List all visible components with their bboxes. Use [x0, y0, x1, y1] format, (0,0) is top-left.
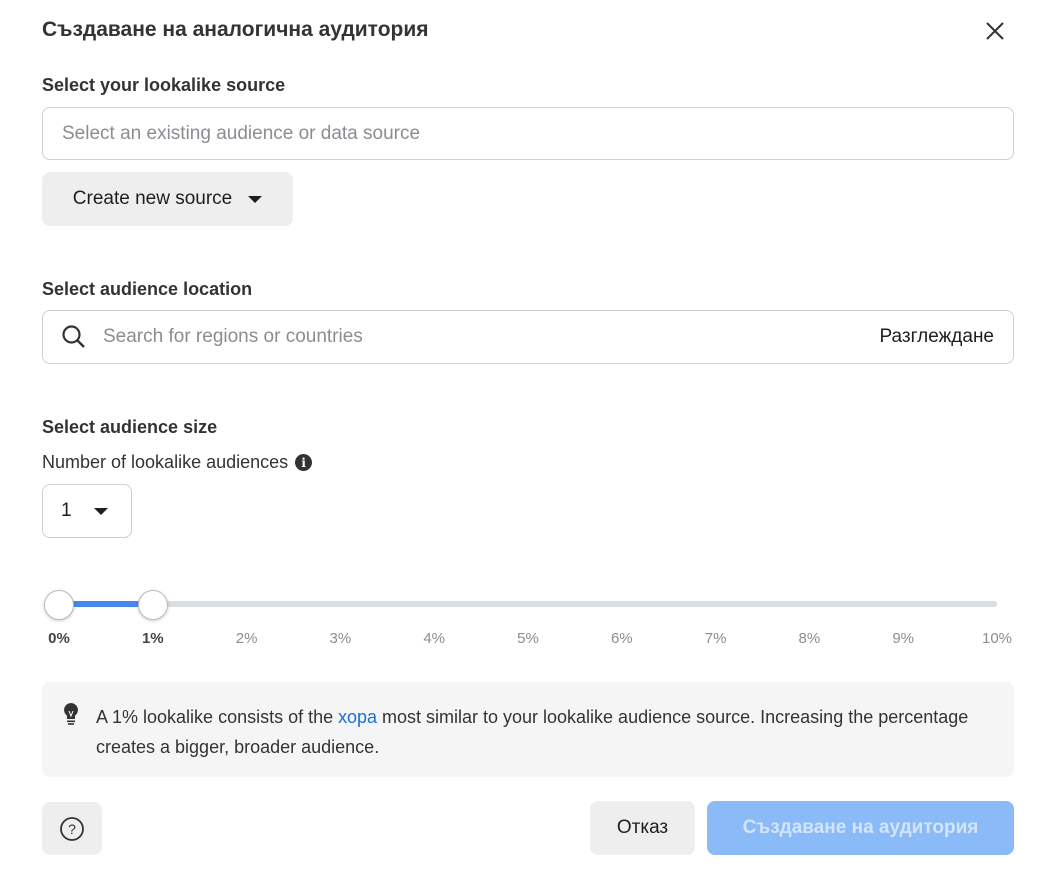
browse-link[interactable]: Разглеждане — [880, 326, 994, 348]
source-input[interactable]: Select an existing audience or data sour… — [42, 107, 1014, 160]
lightbulb-icon — [64, 703, 78, 725]
count-select[interactable]: 1 — [42, 484, 132, 538]
source-placeholder: Select an existing audience or data sour… — [62, 122, 421, 144]
location-label: Select audience location — [42, 279, 253, 299]
info-icon[interactable]: i — [295, 454, 313, 471]
slider-end-handle[interactable] — [137, 590, 168, 620]
slider-tick-label: 10% — [981, 630, 1013, 647]
location-placeholder: Search for regions or countries — [103, 326, 363, 347]
caret-down-icon — [93, 507, 108, 515]
slider-tick-label: 3% — [329, 630, 352, 647]
slider-tick-label: 8% — [798, 630, 821, 647]
svg-text:?: ? — [68, 821, 76, 837]
count-value: 1 — [61, 500, 72, 521]
slider-track — [59, 601, 997, 607]
help-button[interactable]: ? — [42, 802, 102, 855]
close-icon[interactable] — [984, 20, 1006, 42]
slider-tick-label: 4% — [423, 630, 446, 647]
slider-start-handle[interactable] — [44, 590, 74, 620]
slider-tick-label: 0% — [48, 630, 70, 647]
info-text: A 1% lookalike consists of the хора most… — [96, 707, 969, 757]
cancel-button[interactable]: Отказ — [590, 801, 695, 855]
size-label: Select audience size — [42, 417, 218, 437]
dialog-title: Създаване на аналогична аудитория — [42, 18, 429, 41]
slider-tick-label: 6% — [610, 630, 633, 647]
count-label: Number of lookalike audiences — [42, 452, 289, 472]
slider-tick-label: 9% — [892, 630, 915, 647]
caret-down-icon — [248, 195, 263, 203]
slider-tick-label: 7% — [704, 630, 727, 647]
search-icon — [62, 325, 85, 348]
help-icon: ? — [60, 816, 84, 841]
slider-tick-label: 2% — [235, 630, 258, 647]
location-search-input[interactable]: Search for regions or countries Разглежд… — [42, 310, 1014, 364]
slider-tick-label: 5% — [517, 630, 539, 647]
slider-tick-label: 1% — [141, 630, 164, 647]
info-box: A 1% lookalike consists of the хора most… — [42, 682, 1014, 777]
create-audience-button[interactable]: Създаване на аудитория — [707, 801, 1014, 855]
people-link[interactable]: хора — [338, 707, 377, 727]
create-new-source-label: Create new source — [72, 188, 233, 209]
source-label: Select your lookalike source — [42, 75, 286, 95]
count-label-row: Number of lookalike audiences i — [42, 452, 313, 473]
create-new-source-button[interactable]: Create new source — [42, 172, 293, 226]
